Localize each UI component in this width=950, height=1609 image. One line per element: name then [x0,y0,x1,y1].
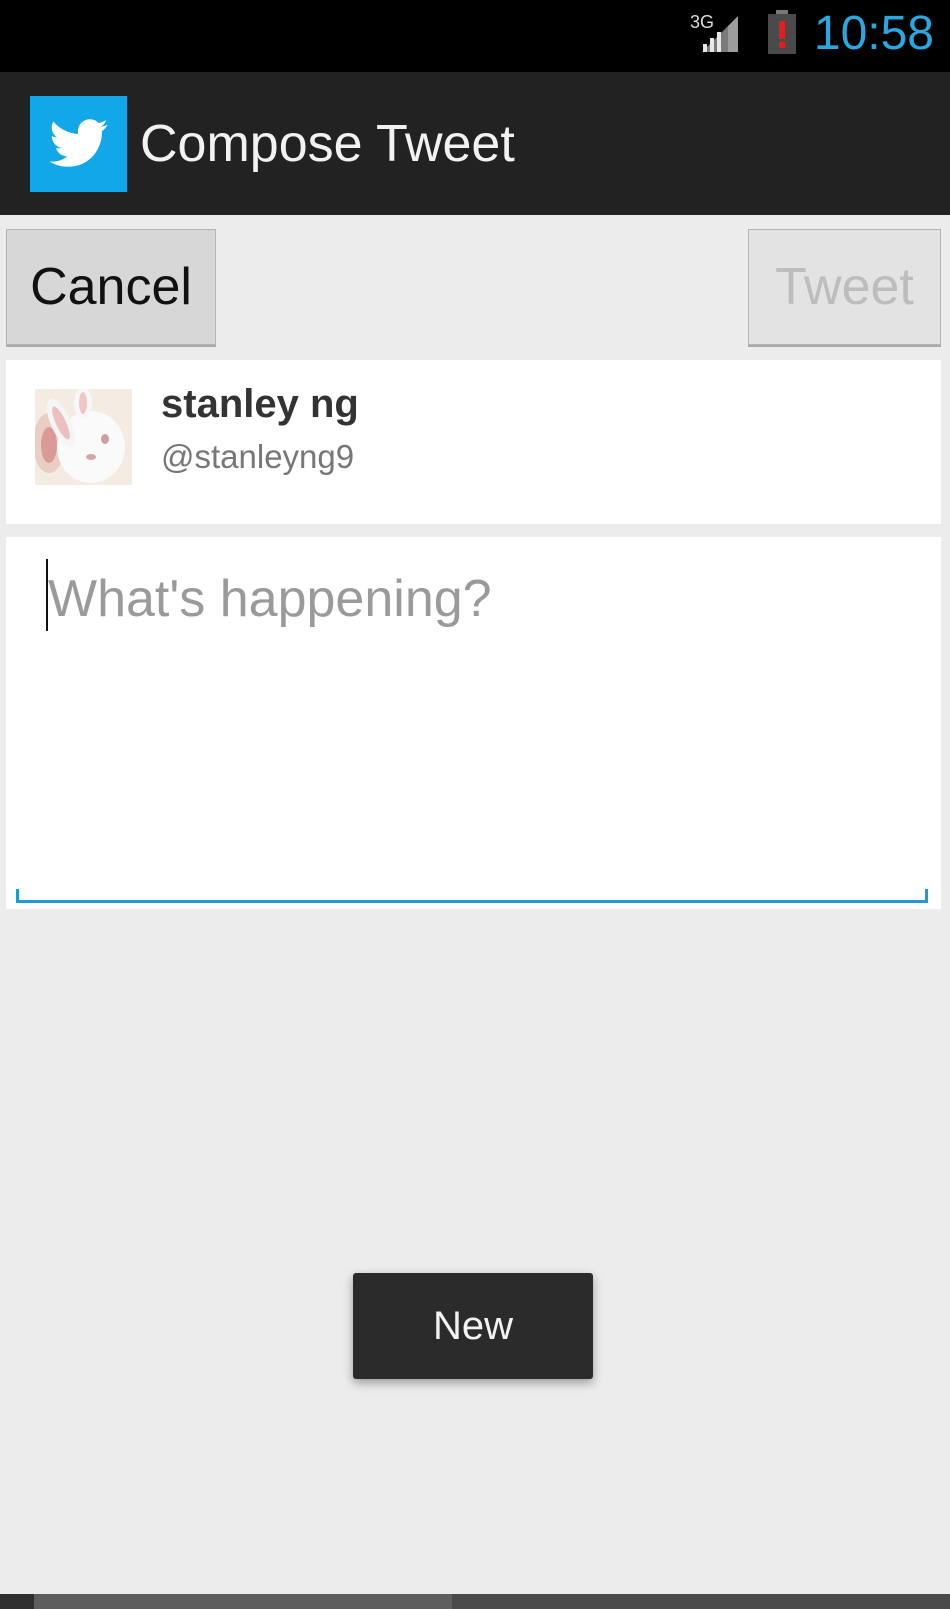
bottom-strip-right [452,1594,950,1609]
user-handle: @stanleyng9 [161,438,355,475]
bird-glyph [48,119,108,167]
rabbit-avatar [35,389,132,485]
compose-card: What's happening? [6,537,941,909]
compose-placeholder: What's happening? [48,570,492,628]
status-bar: 3G 10:58 [0,0,950,72]
user-name: stanley ng [161,382,359,426]
user-card: stanley ng @stanleyng9 [6,360,941,524]
action-bar: Compose Tweet [0,72,950,215]
tweet-text-input[interactable]: What's happening? [16,537,928,903]
bottom-strip-left [0,1594,34,1609]
signal-icon: 3G [690,12,738,52]
battery-alert-icon [768,10,796,54]
network-label: 3G [690,12,714,32]
page-title: Compose Tweet [140,115,515,173]
toast-message: New [353,1273,593,1379]
twitter-bird-icon[interactable] [30,96,127,192]
bottom-edge-strip [0,1594,950,1609]
status-time: 10:58 [813,7,934,60]
avatar [35,389,132,485]
cancel-button[interactable]: Cancel [6,229,216,345]
tweet-button[interactable]: Tweet [748,229,941,345]
